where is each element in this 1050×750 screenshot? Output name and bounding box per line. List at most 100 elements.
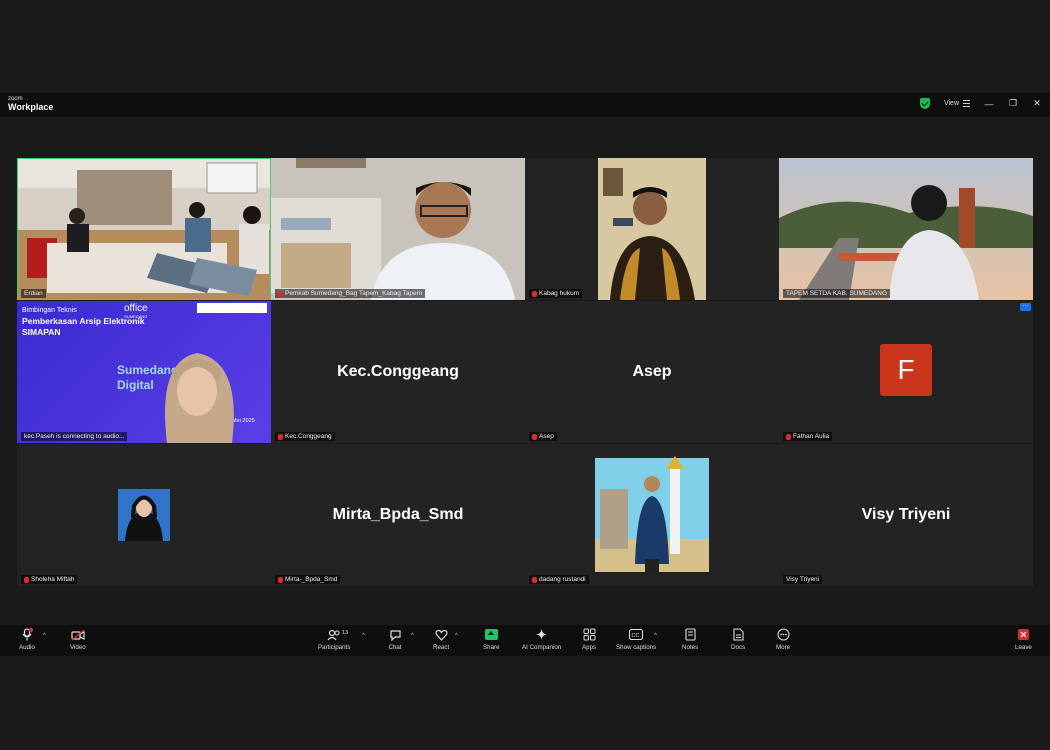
title-bar: zoom Workplace View — ❐ ✕ xyxy=(0,93,1050,117)
participants-count: 13 xyxy=(342,630,349,636)
docs-icon xyxy=(731,628,745,641)
svg-text:CC: CC xyxy=(632,633,640,639)
grid-icon xyxy=(963,100,970,107)
more-label: More xyxy=(776,644,791,651)
react-label: React xyxy=(433,644,450,651)
chat-button[interactable]: Chat xyxy=(388,628,402,651)
participants-caret-icon[interactable]: ^ xyxy=(362,633,365,639)
restore-icon[interactable]: ❐ xyxy=(1008,98,1018,109)
photo-tile[interactable]: Sholeha Miftah xyxy=(17,444,271,586)
participant-name: Asep xyxy=(529,432,557,441)
participant-name: Kabag hukum xyxy=(529,289,583,298)
video-tile[interactable]: TAPEM SETDA KAB. SUMEDANG xyxy=(779,158,1033,300)
avatar: F xyxy=(880,344,932,396)
participant-name: Visy Triyeni xyxy=(783,575,823,584)
mic-off-icon xyxy=(786,433,791,440)
mic-off-icon xyxy=(278,433,283,440)
participants-label: Participants xyxy=(318,644,351,651)
name-tile[interactable]: Asep Asep xyxy=(525,301,779,443)
captions-label: Show captions xyxy=(616,644,657,651)
profile-photo xyxy=(595,456,709,572)
share-screen-icon xyxy=(484,629,498,640)
participant-display-name: Kec.Conggeang xyxy=(337,363,459,380)
mic-off-icon xyxy=(20,628,34,641)
chat-caret-icon[interactable]: ^ xyxy=(411,633,414,639)
notes-label: Notes xyxy=(682,644,699,651)
profile-photo xyxy=(118,489,170,541)
heart-icon xyxy=(434,628,448,641)
share-label: Share xyxy=(483,644,500,651)
react-caret-icon[interactable]: ^ xyxy=(455,633,458,639)
ai-companion-label: AI Companion xyxy=(522,644,562,651)
participants-button[interactable]: 13 Participants xyxy=(318,628,350,651)
more-button[interactable]: More xyxy=(776,628,790,651)
docs-label: Docs xyxy=(731,644,746,651)
video-tile[interactable]: Bimbingan Teknis Pemberkasan Arsip Elekt… xyxy=(17,301,271,443)
participant-video xyxy=(271,158,525,300)
participant-video xyxy=(525,158,779,300)
photo-tile[interactable]: dadang rustandi xyxy=(525,444,779,586)
participant-name: Pemkab Sumedang_Bag Tapem_Kabag Tapem xyxy=(275,289,426,298)
more-dots-icon xyxy=(776,628,790,641)
mic-off-icon xyxy=(278,290,283,297)
mic-off-icon xyxy=(532,433,537,440)
leave-button[interactable]: Leave xyxy=(1015,628,1032,651)
mic-off-icon xyxy=(532,290,537,297)
audio-button[interactable]: Audio xyxy=(19,628,35,651)
participant-name: Fathan Aulia xyxy=(783,432,833,441)
name-tile[interactable]: Mirta_Bpda_Smd Mirta-_Bpda_Smd xyxy=(271,444,525,586)
view-button[interactable]: View xyxy=(944,100,970,107)
apps-button[interactable]: Apps xyxy=(582,628,596,651)
mic-off-icon xyxy=(278,576,283,583)
close-icon[interactable]: ✕ xyxy=(1032,98,1042,109)
name-tile[interactable]: Kec.Conggeang Kec.Conggeang xyxy=(271,301,525,443)
participant-name: dadang rustandi xyxy=(529,575,589,584)
more-options-icon[interactable]: ··· xyxy=(1020,303,1031,311)
docs-button[interactable]: Docs xyxy=(731,628,745,651)
chat-icon xyxy=(388,628,402,641)
avatar-tile[interactable]: ··· F Fathan Aulia xyxy=(779,301,1033,443)
brand-big: Workplace xyxy=(8,102,54,112)
leave-icon xyxy=(1016,628,1030,641)
cc-icon: CC xyxy=(629,628,644,641)
video-button[interactable]: Video xyxy=(70,628,86,651)
meeting-toolbar: Audio ^ Video 13 Participants ^ Chat ^ R… xyxy=(0,625,1050,656)
sparkle-icon xyxy=(535,628,549,641)
share-button[interactable]: Share xyxy=(483,628,500,651)
participant-display-name: Visy Triyeni xyxy=(861,506,951,523)
audio-label: Audio xyxy=(19,644,35,651)
video-tile[interactable]: Erdian xyxy=(17,158,271,300)
audio-options-caret-icon[interactable]: ^ xyxy=(43,633,46,639)
participant-name: Kec.Conggeang xyxy=(275,432,335,441)
leave-label: Leave xyxy=(1015,644,1032,651)
encryption-shield-icon[interactable] xyxy=(919,98,930,109)
participant-display-name: Asep xyxy=(632,363,672,380)
virtual-background-video xyxy=(779,158,1033,300)
name-tile[interactable]: Visy Triyeni Visy Triyeni xyxy=(779,444,1033,586)
notes-button[interactable]: Notes xyxy=(682,628,698,651)
captions-button[interactable]: CC Show captions xyxy=(616,628,656,651)
zoom-logo: zoom Workplace xyxy=(8,96,53,112)
mic-off-icon xyxy=(24,576,29,583)
participant-name: Sholeha Miftah xyxy=(21,575,78,584)
react-button[interactable]: React xyxy=(433,628,449,651)
participant-video xyxy=(165,353,234,443)
video-label: Video xyxy=(70,644,86,651)
video-tile[interactable]: Kabag hukum xyxy=(525,158,779,300)
apps-label: Apps xyxy=(582,644,597,651)
ai-companion-button[interactable]: AI Companion xyxy=(522,628,561,651)
zoom-window: zoom Workplace View — ❐ ✕ Erdian Pemkab … xyxy=(0,93,1050,656)
video-tile[interactable]: Pemkab Sumedang_Bag Tapem_Kabag Tapem xyxy=(271,158,525,300)
mic-off-icon xyxy=(532,576,537,583)
minimize-icon[interactable]: — xyxy=(984,99,994,109)
view-label: View xyxy=(943,100,959,107)
video-gallery: Erdian Pemkab Sumedang_Bag Tapem_Kabag T… xyxy=(0,117,1050,625)
participant-display-name: Mirta_Bpda_Smd xyxy=(332,506,464,523)
participants-icon xyxy=(327,628,341,641)
captions-caret-icon[interactable]: ^ xyxy=(654,633,657,639)
participant-name: Erdian xyxy=(21,289,46,298)
participant-name: kec.Paseh is connecting to audio... xyxy=(21,432,128,441)
chat-label: Chat xyxy=(388,644,402,651)
notes-icon xyxy=(683,628,697,641)
meeting-room-video xyxy=(17,158,271,300)
